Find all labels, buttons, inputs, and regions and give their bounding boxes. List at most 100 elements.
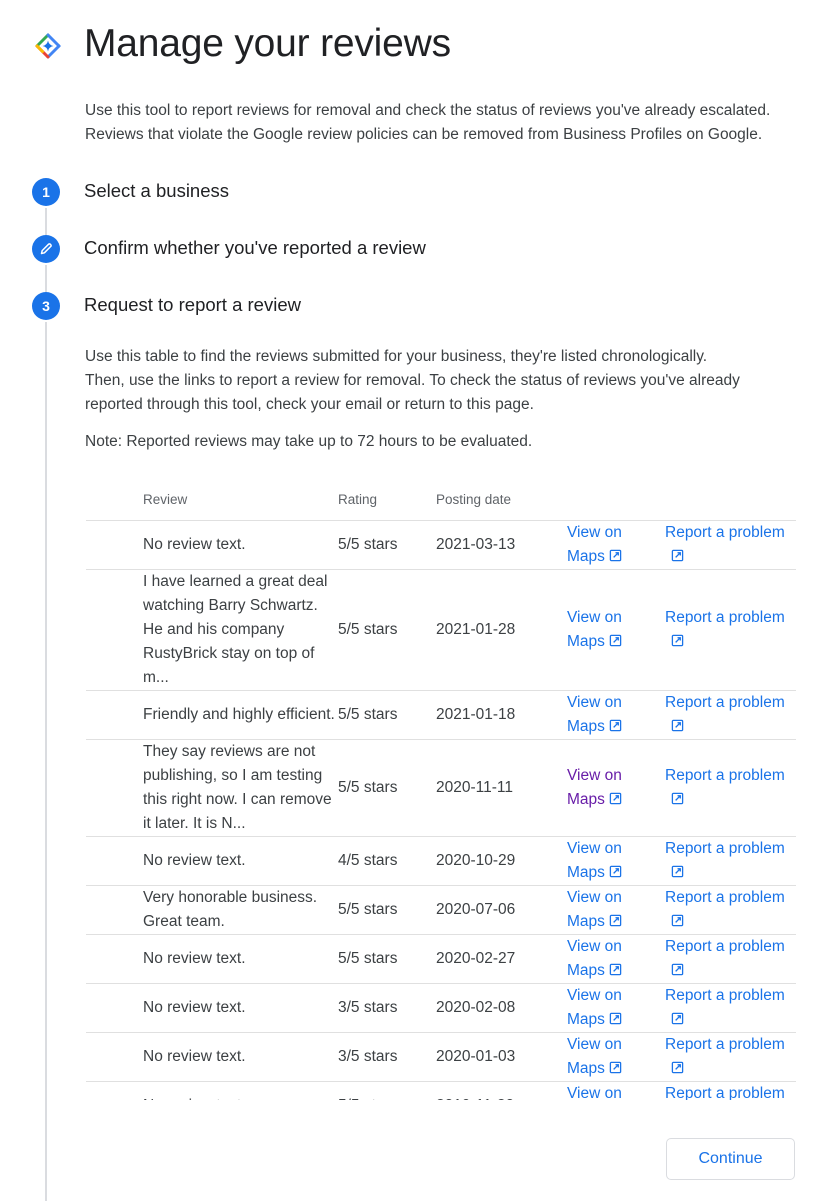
review-rating: 3/5 stars: [338, 983, 436, 1033]
view-on-maps-label-line2: Maps: [567, 632, 605, 650]
open-in-new-icon: [671, 549, 684, 561]
reviews-table-container[interactable]: Review Rating Posting date No review tex…: [86, 480, 796, 1100]
review-rating: 5/5 stars: [338, 885, 436, 935]
review-posting-date: 2021-03-13: [436, 520, 567, 570]
page-title: Manage your reviews: [84, 22, 451, 65]
open-in-new-icon: [609, 792, 622, 804]
review-text: No review text.: [143, 983, 338, 1033]
column-header-rating: Rating: [338, 480, 436, 521]
row-spacer: [86, 569, 143, 691]
report-a-problem-link[interactable]: Report a problem: [665, 694, 785, 735]
report-a-problem-label: Report a problem: [665, 937, 785, 955]
open-in-new-icon: [671, 1061, 684, 1073]
view-on-maps-label-line1: View on: [567, 986, 622, 1004]
report-a-problem-link[interactable]: Report a problem: [665, 524, 785, 565]
view-on-maps-link[interactable]: View on Maps: [567, 609, 622, 650]
report-a-problem-link[interactable]: Report a problem: [665, 889, 785, 930]
report-a-problem-label: Report a problem: [665, 986, 785, 1004]
review-posting-date: 2020-01-03: [436, 1032, 567, 1082]
view-on-maps-cell: View on Maps: [567, 739, 665, 837]
pencil-icon: [40, 243, 52, 255]
review-rating: 3/5 stars: [338, 1032, 436, 1082]
review-rating: 4/5 stars: [338, 836, 436, 886]
report-a-problem-link[interactable]: Report a problem: [665, 938, 785, 979]
open-in-new-icon: [671, 963, 684, 975]
report-problem-cell: Report a problem: [665, 1081, 796, 1100]
report-problem-cell: Report a problem: [665, 739, 796, 837]
open-in-new-icon: [609, 549, 622, 561]
report-a-problem-label: Report a problem: [665, 1035, 785, 1053]
table-row: No review text. 5/5 stars 2020-02-27 Vie…: [86, 934, 796, 984]
report-problem-cell: Report a problem: [665, 934, 796, 984]
column-spacer: [86, 480, 143, 521]
step-request-report[interactable]: 3 Request to report a review: [0, 292, 832, 322]
view-on-maps-label-line1: View on: [567, 523, 622, 541]
review-posting-date: 2020-02-08: [436, 983, 567, 1033]
open-in-new-icon: [609, 634, 622, 646]
table-header-row: Review Rating Posting date: [86, 480, 796, 521]
table-row: They say reviews are not publishing, so …: [86, 739, 796, 837]
report-a-problem-link[interactable]: Report a problem: [665, 609, 785, 650]
report-a-problem-link[interactable]: Report a problem: [665, 1085, 785, 1101]
manage-reviews-page: Manage your reviews Use this tool to rep…: [0, 0, 832, 1201]
review-rating: 5/5 stars: [338, 934, 436, 984]
report-problem-cell: Report a problem: [665, 690, 796, 740]
description-line: Then, use the links to report a review f…: [85, 372, 740, 389]
view-on-maps-link[interactable]: View on Maps: [567, 524, 622, 565]
view-on-maps-cell: View on Maps: [567, 569, 665, 691]
reviews-table-body: No review text. 5/5 stars 2021-03-13 Vie…: [86, 520, 796, 1100]
step-confirm-reported[interactable]: Confirm whether you've reported a review: [0, 235, 832, 265]
step-select-business[interactable]: 1 Select a business: [0, 178, 832, 208]
review-text: They say reviews are not publishing, so …: [143, 739, 338, 837]
continue-button[interactable]: Continue: [666, 1138, 795, 1180]
open-in-new-icon: [609, 963, 622, 975]
view-on-maps-link[interactable]: View on Maps: [567, 1085, 622, 1101]
review-text: No review text.: [143, 1081, 338, 1100]
report-problem-cell: Report a problem: [665, 836, 796, 886]
report-a-problem-link[interactable]: Report a problem: [665, 987, 785, 1028]
row-spacer: [86, 690, 143, 740]
view-on-maps-label-line2: Maps: [567, 790, 605, 808]
row-spacer: [86, 739, 143, 837]
open-in-new-icon: [609, 865, 622, 877]
row-spacer: [86, 1032, 143, 1082]
report-a-problem-link[interactable]: Report a problem: [665, 840, 785, 881]
table-row: I have learned a great deal watching Bar…: [86, 569, 796, 691]
step-label: Confirm whether you've reported a review: [84, 237, 426, 258]
table-row: No review text. 3/5 stars 2020-01-03 Vie…: [86, 1032, 796, 1082]
report-problem-cell: Report a problem: [665, 520, 796, 570]
view-on-maps-cell: View on Maps: [567, 836, 665, 886]
review-posting-date: 2020-11-11: [436, 739, 567, 837]
review-text: Friendly and highly efficient.: [143, 690, 338, 740]
view-on-maps-cell: View on Maps: [567, 690, 665, 740]
report-problem-cell: Report a problem: [665, 983, 796, 1033]
view-on-maps-link[interactable]: View on Maps: [567, 938, 622, 979]
view-on-maps-label-line2: Maps: [567, 1059, 605, 1077]
report-a-problem-label: Report a problem: [665, 888, 785, 906]
view-on-maps-link[interactable]: View on Maps: [567, 889, 622, 930]
view-on-maps-cell: View on Maps: [567, 983, 665, 1033]
step-number-badge: 1: [32, 178, 60, 206]
step-label: Select a business: [84, 180, 230, 201]
report-a-problem-label: Report a problem: [665, 839, 785, 857]
view-on-maps-link[interactable]: View on Maps: [567, 1036, 622, 1077]
column-header-report: [665, 480, 796, 521]
view-on-maps-link[interactable]: View on Maps: [567, 840, 622, 881]
view-on-maps-label-line1: View on: [567, 1084, 622, 1101]
evaluation-note: Note: Reported reviews may take up to 72…: [85, 433, 533, 450]
view-on-maps-label-line1: View on: [567, 766, 622, 784]
table-row: Very honorable business. Great team. 5/5…: [86, 885, 796, 935]
review-text: No review text.: [143, 1032, 338, 1082]
view-on-maps-link[interactable]: View on Maps: [567, 987, 622, 1028]
open-in-new-icon: [671, 634, 684, 646]
review-rating: 5/5 stars: [338, 520, 436, 570]
view-on-maps-link[interactable]: View on Maps: [567, 767, 622, 808]
view-on-maps-link[interactable]: View on Maps: [567, 694, 622, 735]
report-a-problem-link[interactable]: Report a problem: [665, 767, 785, 808]
step3-description: Use this table to find the reviews submi…: [85, 345, 805, 417]
report-a-problem-link[interactable]: Report a problem: [665, 1036, 785, 1077]
reviews-table: Review Rating Posting date No review tex…: [86, 480, 796, 1100]
view-on-maps-label-line1: View on: [567, 839, 622, 857]
view-on-maps-label-line1: View on: [567, 1035, 622, 1053]
view-on-maps-label-line1: View on: [567, 608, 622, 626]
